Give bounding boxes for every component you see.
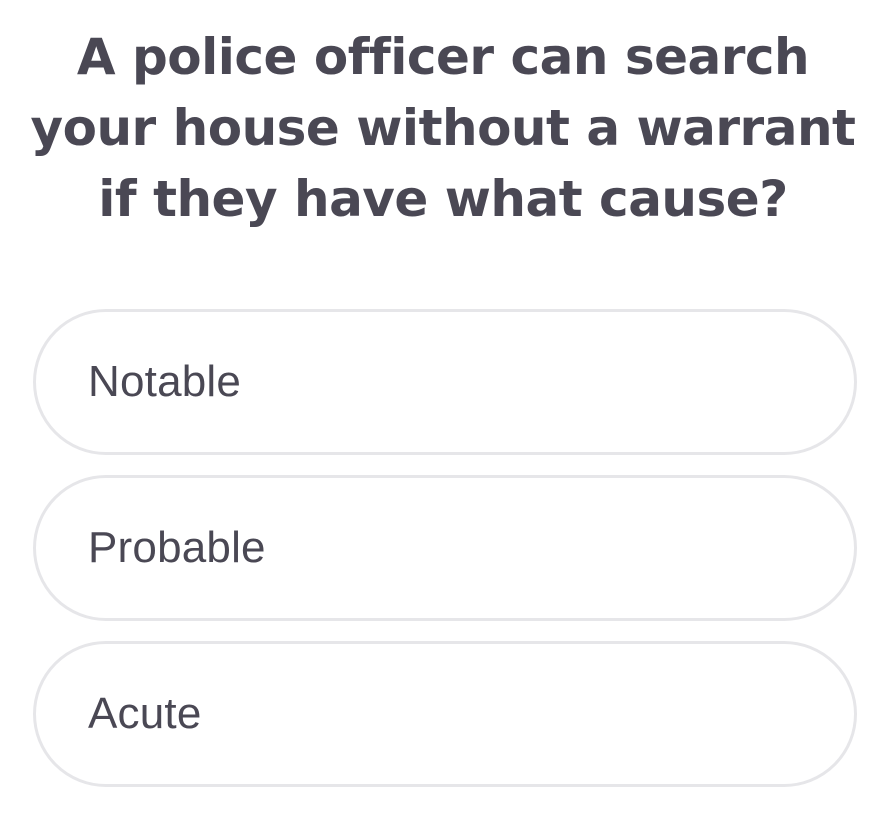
answer-option-notable[interactable]: Notable [33, 309, 857, 455]
question-line: your house without a warrant [30, 99, 856, 157]
answer-option-acute[interactable]: Acute [33, 641, 857, 787]
question-line: A police officer can search [76, 28, 810, 86]
question-line: if they have what cause? [98, 170, 788, 228]
answer-options: Notable Probable Acute [33, 309, 857, 807]
quiz-screen: A police officer can search your house w… [0, 0, 886, 828]
answer-option-label: Notable [88, 357, 242, 406]
answer-option-label: Probable [88, 523, 266, 572]
answer-option-probable[interactable]: Probable [33, 475, 857, 621]
answer-option-label: Acute [88, 689, 202, 738]
question-text: A police officer can search your house w… [0, 22, 886, 235]
